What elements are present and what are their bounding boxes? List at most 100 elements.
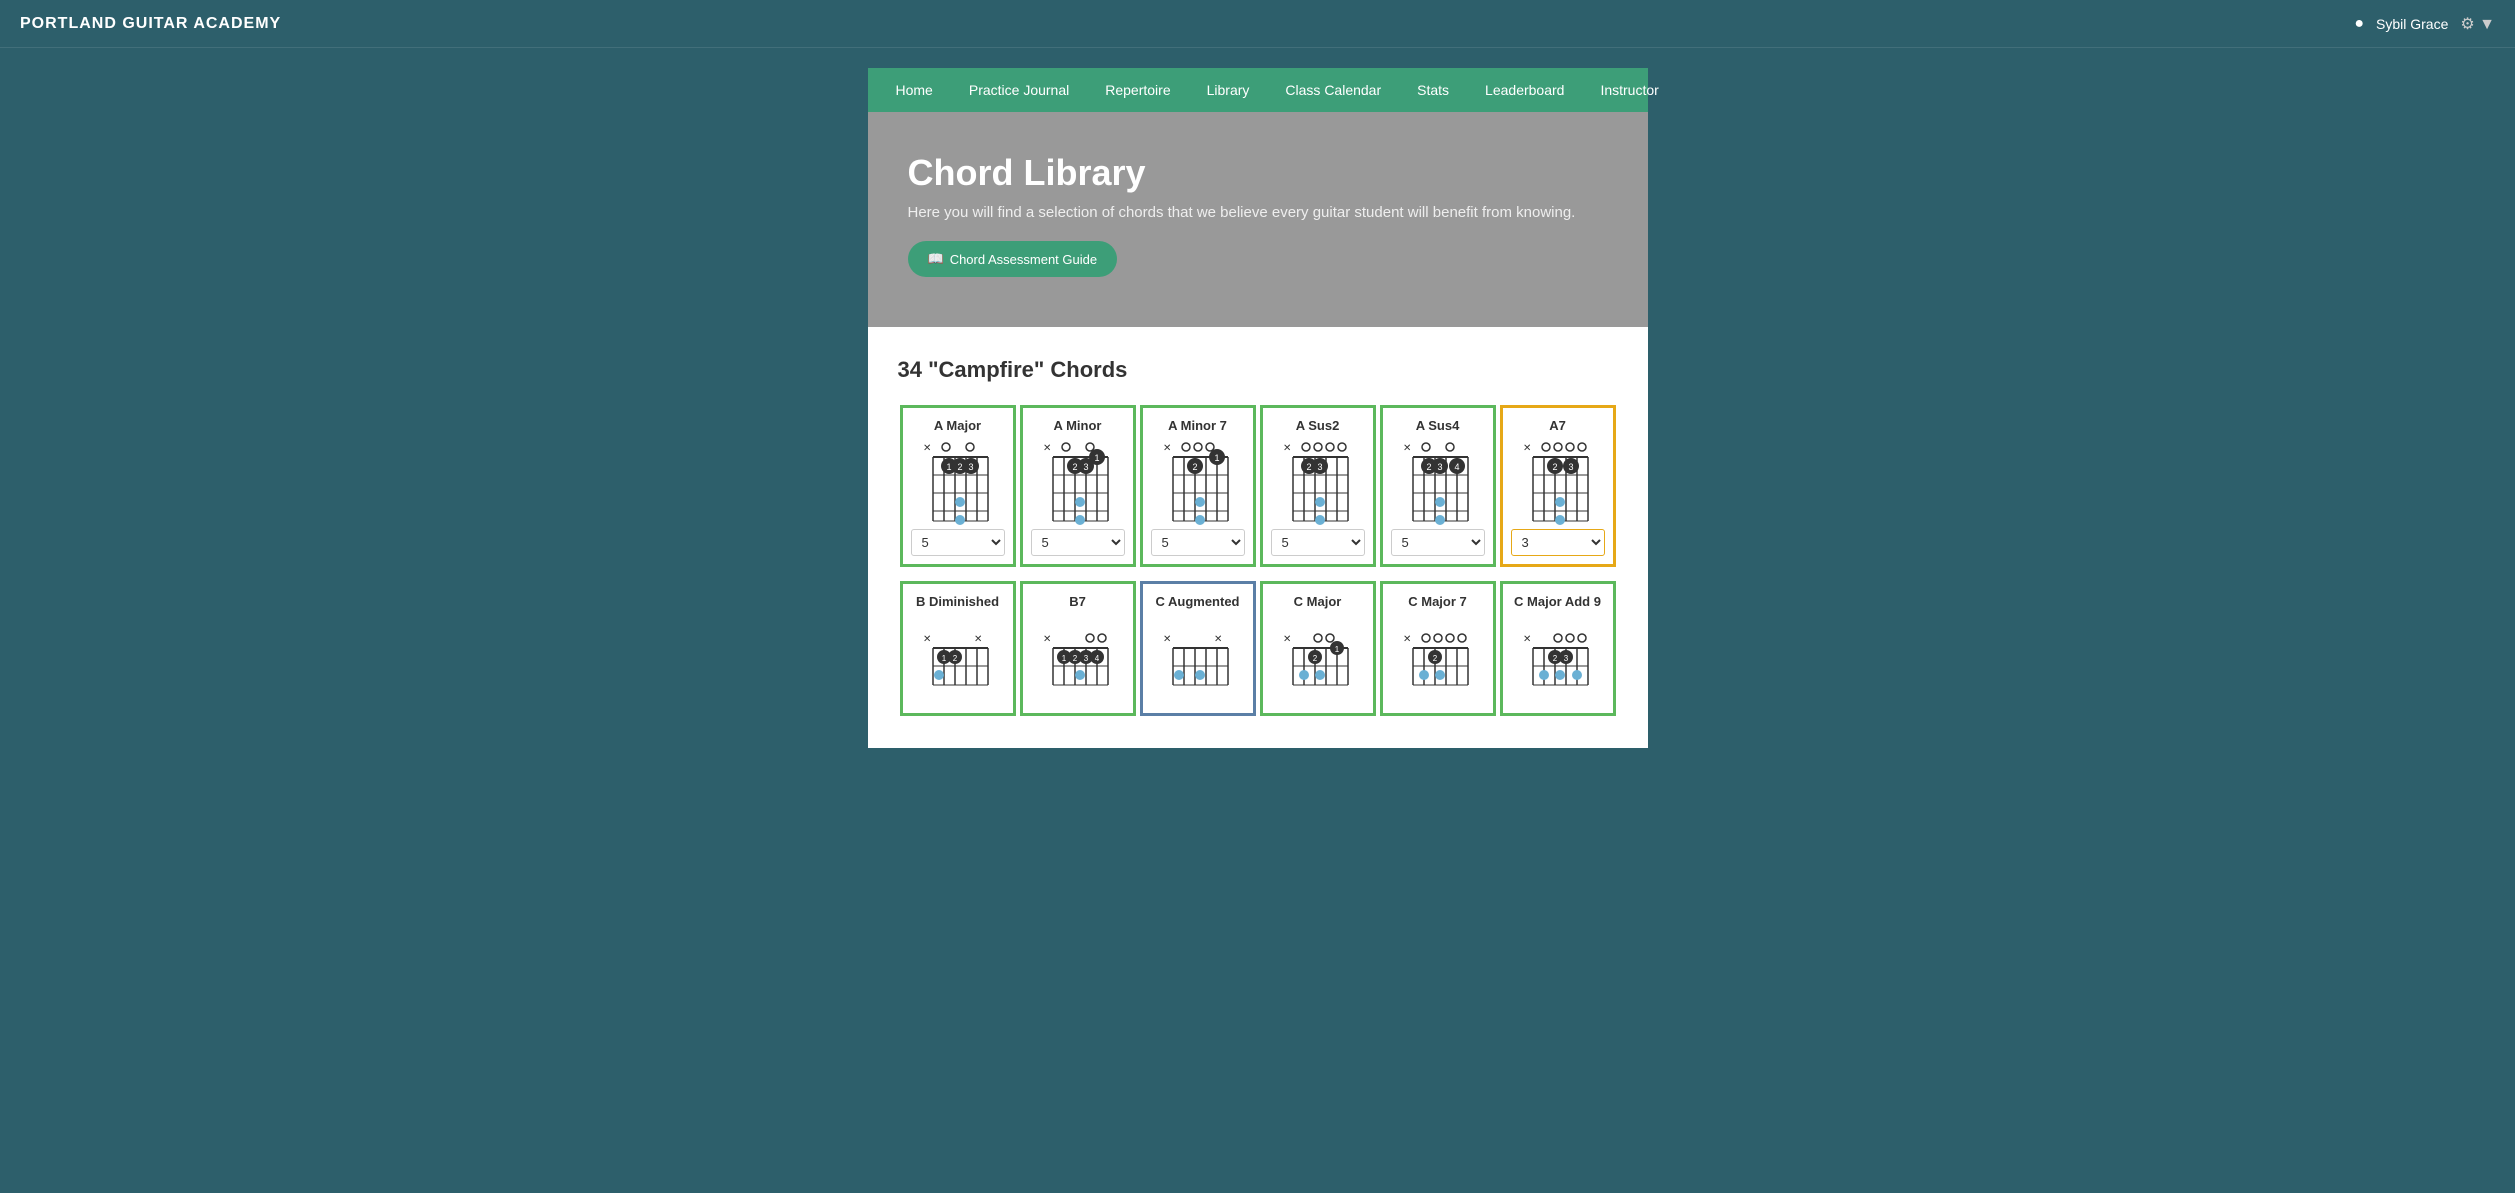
chord-diagram-a-sus2: ✕ 2 [1278,439,1358,529]
svg-text:2: 2 [1072,654,1077,663]
svg-text:✕: ✕ [1163,443,1171,454]
tab-stats[interactable]: Stats [1399,68,1467,112]
chord-card-a-sus2: A Sus2 ✕ [1260,405,1376,567]
chord-name-b-diminished: B Diminished [916,594,999,609]
tab-leaderboard[interactable]: Leaderboard [1467,68,1582,112]
svg-text:3: 3 [1083,654,1088,663]
svg-text:✕: ✕ [1403,634,1411,645]
user-info: ● Sybil Grace ⚙ ▼ [2354,14,2495,34]
svg-text:1: 1 [1214,453,1219,463]
svg-text:3: 3 [1317,462,1322,472]
svg-text:2: 2 [952,654,957,663]
svg-text:✕: ✕ [923,443,931,454]
svg-text:3: 3 [1563,654,1568,663]
chord-diagram-a-minor7: ✕ 1 [1158,439,1238,529]
content-card: 34 "Campfire" Chords A Major ✕ [868,327,1648,748]
chord-card-a-major: A Major ✕ [900,405,1016,567]
svg-text:2: 2 [1306,462,1311,472]
svg-text:3: 3 [968,462,973,472]
book-icon: 📖 [928,251,944,267]
chord-name-c-major7: C Major 7 [1408,594,1467,609]
chord-name-c-major: C Major [1294,594,1342,609]
chord-select-a-minor7[interactable]: 51234 [1151,529,1245,556]
chord-diagram-c-augmented: ✕ ✕ [1158,615,1238,705]
chord-card-b7: B7 ✕ 1 3 [1020,581,1136,716]
chord-card-c-augmented: C Augmented ✕ ✕ [1140,581,1256,716]
chord-select-a-major[interactable]: 51234 [911,529,1005,556]
svg-text:2: 2 [957,462,962,472]
chord-card-a-minor7: A Minor 7 ✕ [1140,405,1256,567]
svg-text:2: 2 [1312,654,1317,663]
chord-diagram-c-major7: ✕ 2 [1398,615,1478,705]
hero-description: Here you will find a selection of chords… [908,204,1608,221]
chord-card-a7: A7 ✕ [1500,405,1616,567]
chord-card-c-major7: C Major 7 ✕ 2 [1380,581,1496,716]
chord-name-a-minor: A Minor [1054,418,1102,433]
chord-diagram-a-sus4: ✕ 2 3 [1398,439,1478,529]
tab-practice-journal[interactable]: Practice Journal [951,68,1087,112]
svg-text:2: 2 [1072,462,1077,472]
gear-icon[interactable]: ⚙ ▼ [2460,14,2495,34]
chord-name-a-sus2: A Sus2 [1296,418,1340,433]
svg-text:2: 2 [1552,462,1557,472]
chord-card-a-sus4: A Sus4 ✕ 2 [1380,405,1496,567]
tab-home[interactable]: Home [878,68,951,112]
svg-text:✕: ✕ [923,634,931,645]
chord-select-a-sus2[interactable]: 51234 [1271,529,1365,556]
section-title: 34 "Campfire" Chords [898,357,1618,383]
chord-diagram-a7: ✕ 2 [1518,439,1598,529]
svg-text:4: 4 [1454,462,1459,472]
chord-name-a-minor7: A Minor 7 [1168,418,1227,433]
chord-select-a7[interactable]: 31245 [1511,529,1605,556]
chord-select-a-sus4[interactable]: 51234 [1391,529,1485,556]
svg-text:2: 2 [1192,462,1197,472]
user-icon: ● [2354,15,2364,33]
svg-text:✕: ✕ [1163,634,1171,645]
svg-text:✕: ✕ [1403,443,1411,454]
svg-text:3: 3 [1568,462,1573,472]
svg-text:✕: ✕ [1283,443,1291,454]
svg-text:1: 1 [1094,453,1099,463]
chord-diagram-a-major: ✕ 1 [918,439,998,529]
svg-text:✕: ✕ [1523,634,1531,645]
svg-text:4: 4 [1094,654,1099,663]
chord-card-c-major: C Major ✕ 1 2 [1260,581,1376,716]
chord-diagram-a-minor: ✕ 1 [1038,439,1118,529]
svg-text:2: 2 [1552,654,1557,663]
tab-class-calendar[interactable]: Class Calendar [1267,68,1399,112]
chord-grid-row1: A Major ✕ [898,403,1618,569]
chord-diagram-c-major: ✕ 1 2 [1278,615,1358,705]
svg-text:1: 1 [941,654,946,663]
hero-title: Chord Library [908,152,1608,194]
svg-text:✕: ✕ [1523,443,1531,454]
tab-library[interactable]: Library [1189,68,1268,112]
chord-name-a-major: A Major [934,418,981,433]
svg-text:3: 3 [1083,462,1088,472]
main-container: Home Practice Journal Repertoire Library… [868,48,1648,788]
chord-assessment-button[interactable]: 📖 Chord Assessment Guide [908,241,1118,277]
tab-instructor[interactable]: Instructor [1582,68,1676,112]
chord-name-a-sus4: A Sus4 [1416,418,1460,433]
chord-card-a-minor: A Minor ✕ [1020,405,1136,567]
chord-name-c-major-add9: C Major Add 9 [1514,594,1601,609]
svg-text:1: 1 [1334,645,1339,654]
top-bar: PORTLAND GUITAR ACADEMY ● Sybil Grace ⚙ … [0,0,2515,48]
chord-select-a-minor[interactable]: 51234 [1031,529,1125,556]
nav-tabs: Home Practice Journal Repertoire Library… [868,68,1648,112]
chord-diagram-b7: ✕ 1 3 2 [1038,615,1118,705]
chord-name-a7: A7 [1549,418,1566,433]
svg-text:3: 3 [1437,462,1442,472]
tab-repertoire[interactable]: Repertoire [1087,68,1188,112]
svg-text:✕: ✕ [974,634,982,645]
svg-text:2: 2 [1426,462,1431,472]
chord-diagram-c-major-add9: ✕ 2 3 [1518,615,1598,705]
chord-diagram-b-diminished: ✕ ✕ 1 2 [918,615,998,705]
chord-card-b-diminished: B Diminished ✕ ✕ 1 2 [900,581,1016,716]
svg-text:2: 2 [1432,654,1437,663]
chord-name-c-augmented: C Augmented [1155,594,1239,609]
svg-text:1: 1 [946,462,951,472]
hero-section: Chord Library Here you will find a selec… [868,112,1648,327]
svg-text:✕: ✕ [1283,634,1291,645]
app-title: PORTLAND GUITAR ACADEMY [20,15,281,33]
svg-text:1: 1 [1061,654,1066,663]
